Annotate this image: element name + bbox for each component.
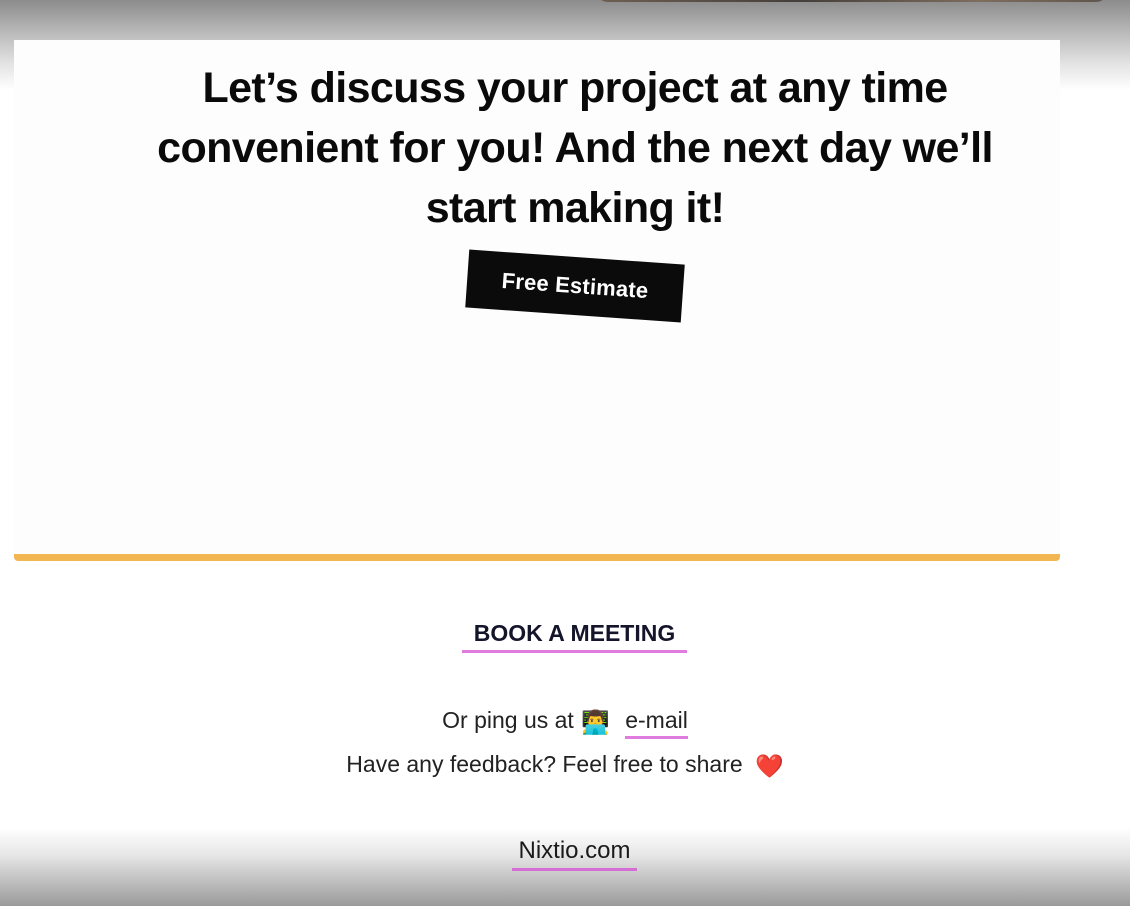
hero-image-edge — [596, 0, 1108, 2]
technologist-emoji-icon: 👨‍💻 — [581, 708, 610, 735]
email-link[interactable]: e-mail — [625, 707, 688, 739]
feedback-text: Have any feedback? Feel free to share — [346, 751, 743, 777]
nixtio-site-link[interactable]: Nixtio.com — [512, 836, 637, 871]
book-meeting-link[interactable]: BOOK A MEETING — [462, 618, 687, 653]
heart-icon: ❤️ — [755, 752, 784, 779]
cta-headline: Let’s discuss your project at any time c… — [157, 64, 993, 232]
feedback-line: Have any feedback? Feel free to share ❤️ — [0, 748, 1130, 782]
ping-text: Or ping us at — [442, 707, 574, 733]
ping-line: Or ping us at 👨‍💻 e-mail — [0, 704, 1130, 739]
